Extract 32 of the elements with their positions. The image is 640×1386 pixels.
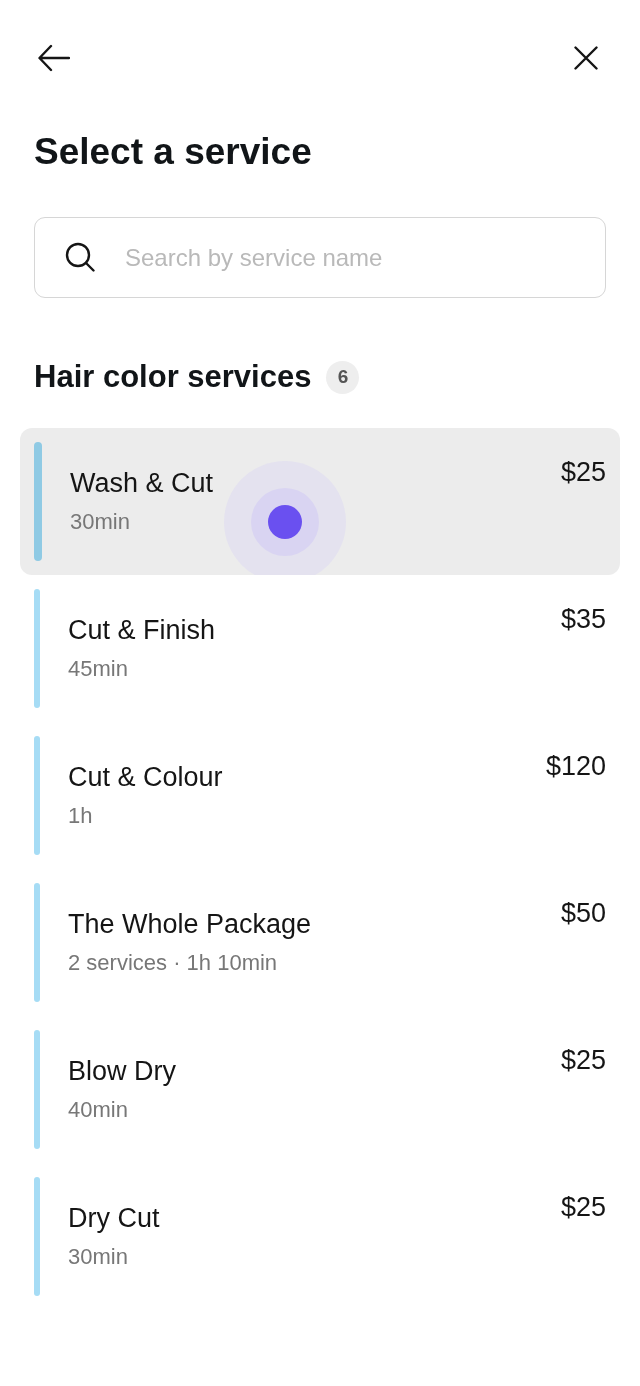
service-details: 30min — [68, 1243, 129, 1271]
service-row[interactable]: Dry Cut 30min $25 — [20, 1163, 620, 1310]
service-price: $25 — [560, 456, 606, 489]
service-price: $25 — [560, 1044, 606, 1077]
service-price: $25 — [560, 1191, 606, 1224]
service-price: $120 — [545, 750, 606, 783]
service-details: 40min — [68, 1096, 129, 1124]
service-row[interactable]: The Whole Package 2 services · 1h 10min $50 — [20, 869, 620, 1016]
search-field[interactable]: Search by service name — [34, 217, 606, 298]
section-title: Hair color services — [34, 358, 312, 396]
back-arrow-icon — [38, 44, 70, 72]
service-row[interactable]: Cut & Finish 45min $35 — [20, 575, 620, 722]
close-icon — [574, 46, 598, 70]
service-price: $50 — [560, 897, 606, 930]
service-row[interactable]: Wash & Cut 30min $25 — [20, 428, 620, 575]
service-name: Cut & Finish — [68, 614, 216, 647]
service-details: 1h — [68, 802, 94, 830]
touch-indicator-icon — [224, 461, 346, 575]
service-details: 45min — [68, 655, 129, 683]
service-row[interactable]: Blow Dry 40min $25 — [20, 1016, 620, 1163]
service-name: Dry Cut — [68, 1202, 160, 1235]
service-row[interactable]: Cut & Colour 1h $120 — [20, 722, 620, 869]
service-price: $35 — [560, 603, 606, 636]
service-name: The Whole Package — [68, 908, 312, 941]
service-name: Wash & Cut — [70, 467, 214, 500]
page-title: Select a service — [34, 130, 312, 174]
service-details: 30min — [70, 508, 131, 536]
count-badge: 6 — [326, 360, 360, 394]
service-name: Blow Dry — [68, 1055, 176, 1088]
search-icon — [65, 242, 95, 272]
service-name: Cut & Colour — [68, 761, 223, 794]
service-details: 2 services · 1h 10min — [68, 949, 279, 977]
